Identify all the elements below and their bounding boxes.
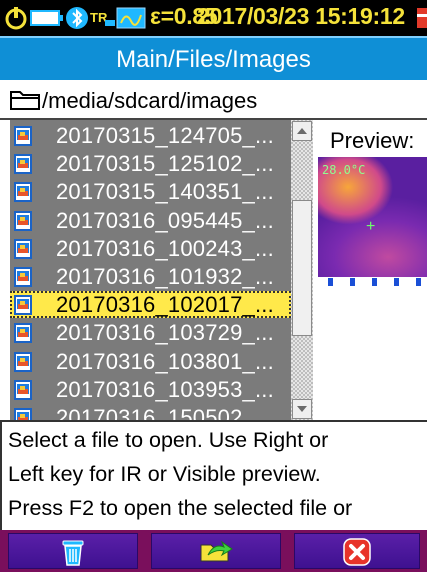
scroll-thumb[interactable] (292, 200, 312, 336)
image-file-icon (14, 408, 32, 420)
file-name: 20170316_103729_... (56, 320, 274, 346)
image-file-icon (14, 351, 32, 377)
image-file-icon (14, 126, 32, 151)
preview-temperature: 28.0°C (322, 163, 366, 177)
datetime: 2017/03/23 15:19:12 (197, 3, 405, 29)
list-item[interactable]: 20170316_103801_... (10, 348, 291, 375)
image-file-icon (14, 295, 32, 320)
scrollbar[interactable] (291, 120, 313, 420)
current-path: /media/sdcard/images (42, 88, 258, 113)
help-line-1: Select a file to open. Use Right or (8, 428, 329, 452)
function-toolbar (0, 530, 427, 572)
folder-icon (10, 88, 40, 115)
sd-card-icon (417, 8, 427, 33)
preview-strip (318, 277, 427, 287)
thermal-mode-icon: TR (90, 6, 116, 35)
image-file-icon (14, 379, 32, 405)
close-button[interactable] (294, 533, 420, 569)
image-file-icon (14, 323, 32, 348)
power-icon (4, 5, 28, 36)
open-arrow-icon (200, 540, 233, 562)
file-name: 20170315_124705_... (56, 123, 274, 148)
trash-icon (62, 540, 84, 566)
scroll-up-button[interactable] (292, 121, 312, 141)
list-item[interactable]: 20170316_103953_... (10, 376, 291, 403)
image-file-icon (14, 238, 32, 264)
image-file-icon (14, 154, 32, 179)
preview-label: Preview: (330, 128, 415, 153)
preview-thumbnail: 28.0°C + (318, 157, 427, 287)
battery-icon (30, 9, 64, 32)
file-name: 20170316_100243_... (56, 235, 274, 261)
file-list[interactable]: 20170315_124705_... 20170315_125102_... 20… (10, 120, 313, 420)
close-icon (343, 538, 371, 566)
list-item[interactable]: 20170315_124705_... (10, 122, 291, 149)
image-file-icon (14, 182, 32, 207)
list-item[interactable]: 20170316_103729_... (10, 319, 291, 346)
list-item-selected[interactable]: 20170316_102017_... (10, 291, 291, 320)
file-name: 20170316_101932_... (56, 264, 274, 289)
scroll-down-button[interactable] (292, 399, 312, 419)
image-file-icon (14, 210, 32, 236)
help-message: Select a file to open. Use Right or Left… (0, 420, 427, 530)
list-item[interactable]: 20170315_140351_... (10, 178, 291, 205)
path-bar: /media/sdcard/images (0, 80, 427, 120)
file-name: 20170315_140351_... (56, 179, 274, 205)
list-item[interactable]: 20170315_125102_... (10, 150, 291, 177)
delete-button[interactable] (8, 533, 138, 569)
list-item[interactable]: 20170316_150502_... (10, 404, 291, 420)
list-item[interactable]: 20170316_101932_... (10, 263, 291, 290)
crosshair-icon: + (366, 218, 376, 235)
open-button[interactable] (151, 533, 281, 569)
file-name: 20170316_103953_... (56, 376, 274, 402)
list-item[interactable]: 20170316_100243_... (10, 235, 291, 262)
file-name: 20170316_095445_... (56, 207, 274, 233)
status-bar: TR ε=0.85 2017/03/23 15:19:12 (0, 0, 427, 36)
palette-icon (116, 7, 146, 34)
list-item[interactable]: 20170316_095445_... (10, 207, 291, 234)
file-name: 20170316_103801_... (56, 348, 274, 374)
help-line-3: Press F2 to open the selected file or (8, 496, 353, 520)
page-title: Main/Files/Images (116, 46, 311, 73)
file-name: 20170316_150502_... (56, 405, 274, 420)
file-name: 20170316_102017_... (56, 292, 274, 318)
title-bar: Main/Files/Images (0, 36, 427, 80)
image-file-icon (14, 267, 32, 292)
bluetooth-icon (66, 6, 88, 35)
file-name: 20170315_125102_... (56, 151, 274, 177)
help-line-2: Left key for IR or Visible preview. (8, 462, 321, 486)
